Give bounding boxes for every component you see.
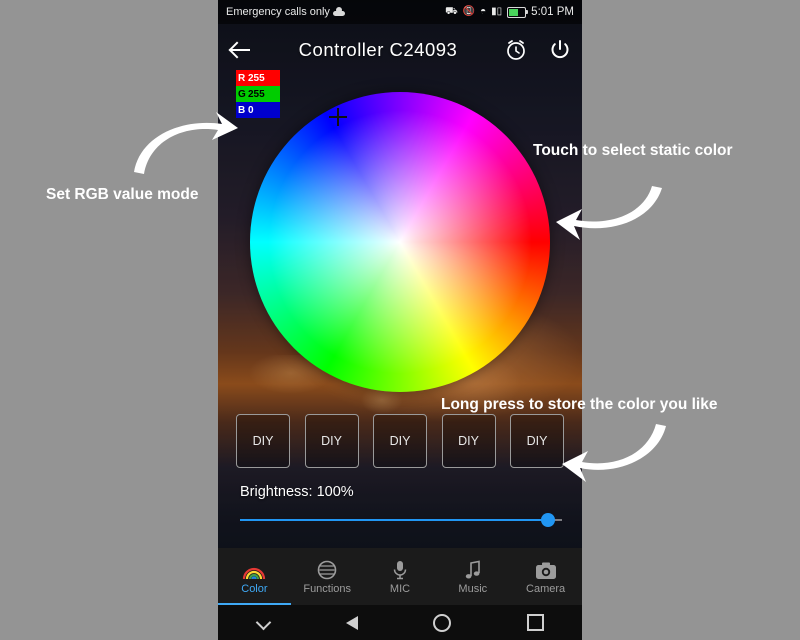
status-clock: 5:01 PM [531, 6, 574, 18]
camera-icon [534, 558, 558, 580]
tab-functions[interactable]: Functions [291, 548, 364, 605]
diy-button-1[interactable]: DIY [236, 414, 290, 468]
battery-icon [507, 6, 529, 18]
back-triangle-icon[interactable] [345, 615, 358, 630]
chevron-down-icon[interactable] [256, 616, 270, 630]
power-icon [551, 40, 569, 59]
rgb-channel-value: 255 [248, 88, 265, 100]
microphone-icon [388, 558, 412, 580]
rgb-channel-label: R [238, 72, 246, 84]
alarm-button[interactable] [494, 28, 538, 72]
diy-label: DIY [526, 434, 548, 448]
signal-icon: ▮▯ [491, 6, 503, 17]
page-title: Controller C24093 [298, 39, 458, 60]
rgb-channel-value: 255 [248, 72, 265, 84]
annotation-rgb-mode: Set RGB value mode [46, 186, 199, 203]
diy-label: DIY [389, 434, 411, 448]
crosshair-icon[interactable] [329, 108, 347, 126]
annotation-touch-static: Touch to select static color [533, 142, 733, 159]
rgb-channel-label: G [238, 88, 246, 100]
phone-screen: Emergency calls only ⛟ 📵 ◓ ▮▯ 5:01 PM Co… [218, 0, 582, 640]
arrow-to-diy-buttons [562, 424, 666, 482]
wifi-icon: ◓ [480, 6, 487, 17]
home-circle-icon[interactable] [433, 613, 452, 632]
diy-label: DIY [321, 434, 342, 448]
slider-fill [240, 519, 548, 521]
rgb-row-r[interactable]: R 255 [236, 70, 280, 86]
carrier-label: Emergency calls only [226, 6, 330, 18]
functions-icon [315, 558, 339, 580]
color-wheel[interactable] [250, 92, 550, 392]
tab-label: Camera [526, 583, 566, 595]
app-bar: Controller C24093 [218, 24, 582, 76]
vibrate-icon: 📵 [462, 6, 476, 17]
back-arrow-icon [229, 39, 251, 61]
arrow-to-rgb-box [134, 112, 238, 174]
recents-square-icon[interactable] [527, 614, 545, 631]
status-bar-left: Emergency calls only [226, 6, 445, 18]
bottom-tab-bar: Color Functions MIC Music Camera [218, 548, 582, 605]
slider-thumb[interactable] [541, 513, 555, 527]
diy-button-5[interactable]: DIY [510, 414, 564, 468]
status-bar: Emergency calls only ⛟ 📵 ◓ ▮▯ 5:01 PM [218, 0, 582, 24]
diy-button-2[interactable]: DIY [304, 414, 359, 468]
brightness-slider[interactable] [240, 513, 562, 527]
rgb-value-box[interactable]: R 255 G 255 B 0 [236, 70, 280, 118]
rgb-channel-value: 0 [248, 104, 254, 116]
tab-label: Color [241, 583, 268, 595]
diy-preset-row: DIY DIY DIY DIY DIY [236, 414, 564, 468]
back-button[interactable] [218, 28, 262, 72]
cloud-icon [332, 7, 345, 16]
rgb-row-g[interactable]: G 255 [236, 86, 280, 102]
tab-label: Music [458, 583, 488, 595]
tab-music[interactable]: Music [436, 548, 509, 605]
color-wheel-disc[interactable] [250, 92, 550, 392]
music-note-icon [461, 558, 485, 580]
annotation-long-press: Long press to store the color you like [441, 396, 718, 413]
alarm-clock-icon [507, 40, 525, 60]
diy-label: DIY [252, 434, 274, 448]
bluetooth-icon: ⛟ [445, 6, 458, 17]
diy-button-4[interactable]: DIY [441, 414, 496, 468]
rainbow-icon [242, 558, 266, 580]
status-bar-right: ⛟ 📵 ◓ ▮▯ 5:01 PM [445, 6, 574, 18]
rgb-row-b[interactable]: B 0 [236, 102, 280, 118]
screenshot-root: Emergency calls only ⛟ 📵 ◓ ▮▯ 5:01 PM Co… [0, 0, 800, 640]
diy-label: DIY [458, 434, 479, 448]
arrow-to-color-wheel [556, 186, 662, 240]
tab-color[interactable]: Color [218, 548, 291, 605]
tab-label: MIC [389, 583, 411, 595]
tab-mic[interactable]: MIC [364, 548, 437, 605]
brightness-label: Brightness: 100% [240, 484, 354, 500]
tab-camera[interactable]: Camera [509, 548, 582, 605]
tab-label: Functions [303, 583, 352, 595]
android-nav-bar [218, 605, 582, 640]
diy-button-3[interactable]: DIY [373, 414, 427, 468]
rgb-channel-label: B [238, 104, 246, 116]
power-button[interactable] [538, 28, 582, 72]
